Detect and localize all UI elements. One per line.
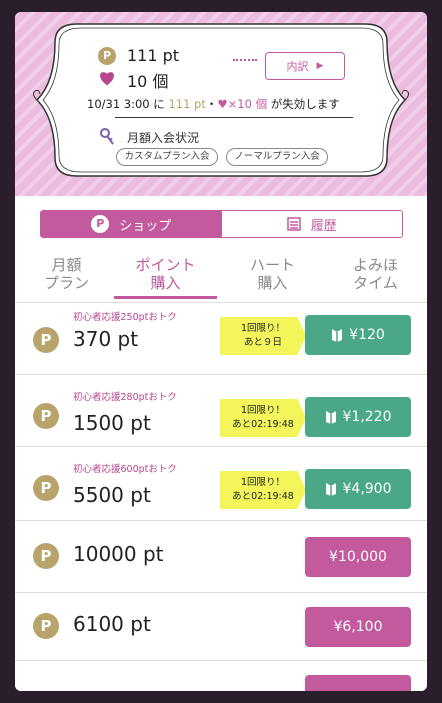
limited-time-badge: 1回限り！ あと02:19:48 — [220, 399, 306, 437]
points-amount: 370 pt — [73, 327, 139, 351]
custom-plan-button[interactable]: カスタムプラン入会 — [116, 148, 218, 166]
point-badge-icon: P — [91, 215, 110, 233]
play-arrow-icon: ▶ — [316, 61, 324, 71]
expiry-ni: に — [153, 97, 165, 111]
product-row: P 10000 pt ¥10,000 — [15, 520, 427, 592]
divider — [115, 117, 353, 118]
key-icon — [100, 128, 114, 145]
badge-countdown: あと02:19:48 — [232, 491, 294, 502]
price-label: ¥1,220 — [342, 409, 392, 425]
tab-label-line1: 月額 — [51, 256, 82, 274]
history-toggle-button[interactable]: 履歴 — [221, 211, 402, 237]
expiry-points: 111 pt — [168, 97, 206, 111]
expiry-hearts: ×10 個 — [227, 97, 268, 111]
point-coin-icon: P — [98, 47, 116, 65]
product-row: P 初心者応援280ptおトク 1500 pt 1回限り！ あと02:19:48… — [15, 374, 427, 446]
tab-label-line2: 購入 — [257, 274, 288, 292]
tab-point-purchase[interactable]: ポイント 購入 — [114, 252, 217, 300]
tab-label-line1: よみほ — [352, 256, 398, 274]
badge-countdown: あと02:19:48 — [232, 419, 294, 430]
promo-label: 初心者応援280ptおトク — [73, 392, 177, 403]
history-label: 履歴 — [310, 218, 337, 234]
expiry-separator: ・ — [205, 97, 218, 111]
price-label: ¥10,000 — [329, 549, 387, 565]
tab-yomiho-time[interactable]: よみほ タイム — [324, 252, 427, 300]
shop-toggle-button[interactable]: P ショップ — [41, 211, 222, 237]
point-summary: P 111 pt 10 個 内訳 ▶ 10/31 3:00 に 111 pt・♥… — [15, 12, 427, 196]
point-coin-icon: P — [33, 475, 59, 501]
tab-label-line2: プラン — [43, 274, 89, 292]
buy-button[interactable]: ¥6,100 — [305, 607, 411, 647]
points-amount: 1500 pt — [73, 411, 151, 435]
book-icon — [332, 329, 343, 342]
buy-button[interactable]: ¥4,900 — [305, 469, 411, 509]
tab-label-line2: 購入 — [150, 274, 181, 292]
badge-countdown: あと９日 — [243, 337, 282, 348]
active-tab-indicator — [114, 296, 217, 299]
small-heart-icon: ♥ — [217, 97, 228, 111]
book-icon — [325, 411, 336, 424]
buy-button[interactable]: ¥120 — [305, 315, 411, 355]
tab-label-line2: タイム — [353, 274, 398, 292]
price-label: ¥120 — [349, 327, 385, 343]
badge-limit-text: 1回限り！ — [240, 405, 286, 416]
shop-label: ショップ — [119, 218, 172, 234]
point-coin-icon: P — [33, 613, 59, 639]
buy-button[interactable]: ¥10,000 — [305, 537, 411, 577]
normal-plan-button[interactable]: ノーマルプラン入会 — [226, 148, 328, 166]
price-label: ¥6,100 — [333, 619, 383, 635]
expiry-notice: 10/31 3:00 に 111 pt・♥×10 個 が失効します — [87, 96, 340, 112]
promo-label: 初心者応援250ptおトク — [73, 312, 177, 323]
points-amount: 10000 pt — [73, 542, 164, 566]
shop-panel: P 111 pt 10 個 内訳 ▶ 10/31 3:00 に 111 pt・♥… — [15, 12, 427, 691]
list-icon — [286, 217, 301, 231]
tab-label-line1: ポイント — [135, 256, 196, 274]
promo-label: 初心者応援600ptおトク — [73, 464, 177, 475]
point-coin-icon: P — [33, 543, 59, 569]
subscription-status-label: 月額入会状況 — [127, 131, 200, 145]
buy-button[interactable] — [305, 675, 411, 691]
buy-button[interactable]: ¥1,220 — [305, 397, 411, 437]
point-coin-icon: P — [33, 327, 59, 353]
heart-icon — [100, 72, 114, 86]
hearts-value: 10 個 — [127, 72, 169, 91]
limited-time-badge: 1回限り！ あと02:19:48 — [220, 471, 306, 509]
points-amount: 6100 pt — [73, 612, 151, 636]
breakdown-label: 内訳 — [286, 60, 309, 73]
product-row-partial — [15, 660, 427, 691]
product-row: P 初心者応援600ptおトク 5500 pt 1回限り！ あと02:19:48… — [15, 446, 427, 520]
purchase-tabs: 月額 プラン ポイント 購入 ハート 購入 よみほ タイム — [15, 252, 427, 300]
book-icon — [325, 483, 336, 496]
product-row: P 6100 pt ¥6,100 — [15, 592, 427, 660]
tab-heart-purchase[interactable]: ハート 購入 — [221, 252, 324, 300]
expiry-date: 10/31 3:00 — [87, 97, 150, 111]
points-amount: 5500 pt — [73, 483, 151, 507]
expiry-suffix: が失効します — [270, 97, 340, 111]
product-row: P 初心者応援250ptおトク 370 pt 1回限り！ あと９日 ¥120 — [15, 302, 427, 374]
points-value: 111 pt — [127, 46, 180, 65]
tab-label-line1: ハート — [249, 256, 295, 274]
price-label: ¥4,900 — [342, 481, 392, 497]
limited-time-badge: 1回限り！ あと９日 — [220, 317, 306, 355]
shop-history-toggle: P ショップ 履歴 — [40, 210, 403, 238]
point-coin-icon: P — [33, 403, 59, 429]
tab-monthly-plan[interactable]: 月額 プラン — [15, 252, 118, 300]
dotted-leader — [233, 59, 257, 61]
badge-limit-text: 1回限り！ — [240, 477, 286, 488]
badge-limit-text: 1回限り！ — [240, 323, 286, 334]
breakdown-button[interactable]: 内訳 ▶ — [265, 52, 345, 80]
